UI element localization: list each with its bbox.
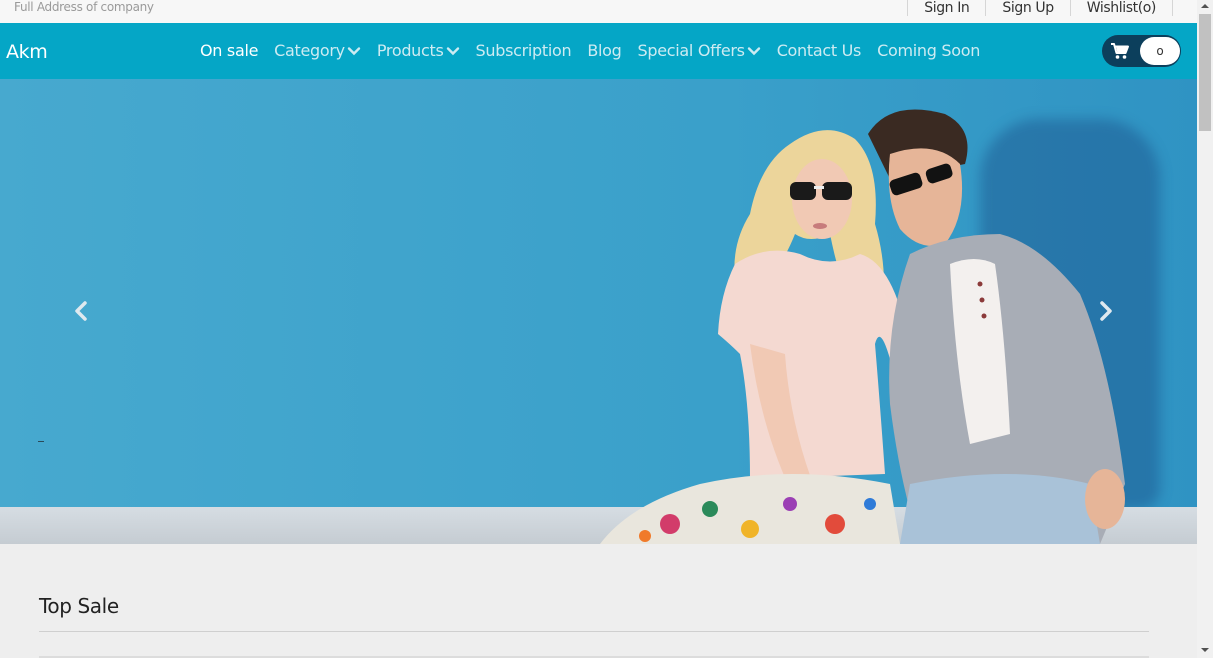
sign-in-link[interactable]: Sign In xyxy=(907,0,985,16)
chevron-left-icon[interactable] xyxy=(73,301,89,321)
nav-item-label: Category xyxy=(274,41,345,60)
chevron-right-icon[interactable] xyxy=(1098,301,1114,321)
nav-item-label: Subscription xyxy=(475,41,572,60)
scroll-down-icon[interactable] xyxy=(1201,646,1209,654)
nav-item-label: On sale xyxy=(200,41,259,60)
section-divider xyxy=(39,631,1149,632)
shopping-cart-icon xyxy=(1111,43,1129,59)
main-navbar: Akm On sale Category Products Subscripti… xyxy=(0,23,1197,79)
page-content: Full Address of company Sign In Sign Up … xyxy=(0,0,1197,658)
nav-item-label: Contact Us xyxy=(776,41,862,60)
top-utility-bar: Full Address of company Sign In Sign Up … xyxy=(0,0,1197,23)
chevron-down-icon xyxy=(747,46,760,55)
nav-item-subscription[interactable]: Subscription xyxy=(476,41,572,60)
scroll-up-icon[interactable] xyxy=(1201,2,1209,10)
sign-up-link[interactable]: Sign Up xyxy=(985,0,1069,16)
carousel-indicator[interactable] xyxy=(38,441,44,442)
nav-item-coming-soon[interactable]: Coming Soon xyxy=(877,41,980,60)
account-links: Sign In Sign Up Wishlist(o) xyxy=(907,0,1173,16)
hero-image-couple xyxy=(600,109,1125,544)
nav-item-category[interactable]: Category xyxy=(274,41,361,60)
nav-item-label: Products xyxy=(376,41,444,60)
brand-logo[interactable]: Akm xyxy=(6,41,48,63)
chevron-down-icon xyxy=(347,46,361,55)
nav-item-label: Special Offers xyxy=(637,41,745,60)
chevron-down-icon xyxy=(446,46,459,55)
nav-item-contact-us[interactable]: Contact Us xyxy=(776,41,862,60)
nav-item-label: Blog xyxy=(587,41,622,60)
nav-item-products[interactable]: Products xyxy=(377,41,460,60)
nav-item-on-sale[interactable]: On sale xyxy=(200,41,258,60)
vertical-scrollbar[interactable] xyxy=(1197,0,1213,658)
company-address: Full Address of company xyxy=(14,0,154,14)
nav-menu: On sale Category Products Subscription B… xyxy=(200,41,996,60)
nav-item-label: Coming Soon xyxy=(877,41,981,60)
page: Full Address of company Sign In Sign Up … xyxy=(0,0,1213,658)
section-title: Top Sale xyxy=(39,594,119,618)
scrollbar-thumb[interactable] xyxy=(1199,14,1211,131)
cart-count: o xyxy=(1140,37,1180,65)
wishlist-link[interactable]: Wishlist(o) xyxy=(1069,0,1173,16)
hero-slider xyxy=(0,79,1197,544)
nav-item-blog[interactable]: Blog xyxy=(587,41,621,60)
nav-item-special-offers[interactable]: Special Offers xyxy=(638,41,761,60)
cart-button[interactable]: o xyxy=(1102,35,1181,67)
